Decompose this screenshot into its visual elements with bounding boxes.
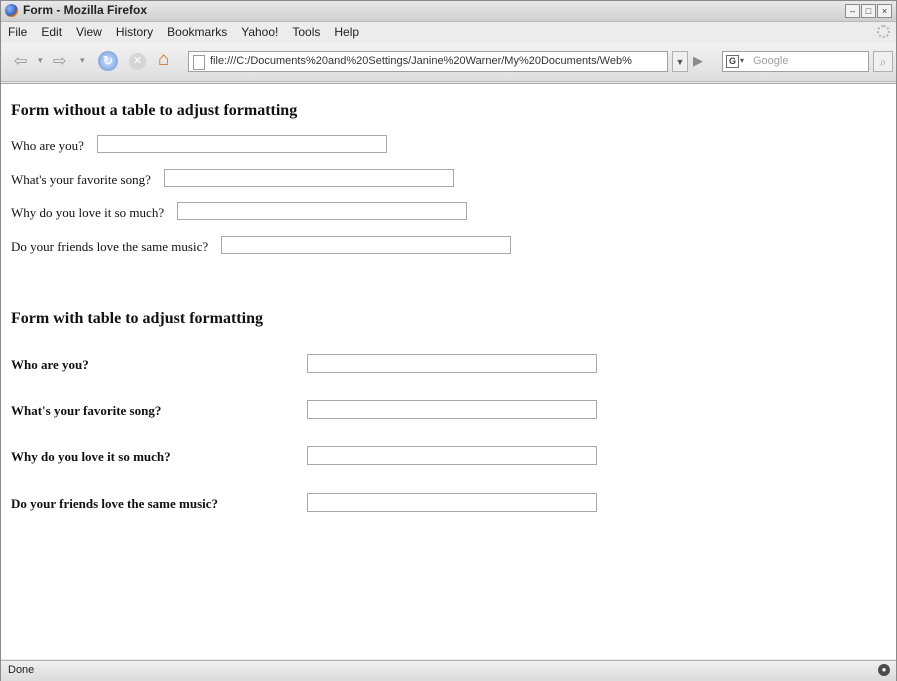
browser-window: Form - Mozilla Firefox – □ × File Edit V… bbox=[0, 0, 897, 681]
s2-input-friends[interactable] bbox=[307, 493, 597, 512]
address-bar[interactable]: file:///C:/Documents%20and%20Settings/Ja… bbox=[188, 51, 668, 72]
s2-label-friends: Do your friends love the same music? bbox=[11, 496, 219, 511]
search-box[interactable]: G ▾ Google bbox=[722, 51, 869, 72]
search-engine-dropdown-icon[interactable]: ▾ bbox=[740, 56, 744, 65]
forward-arrow-icon[interactable]: ⇨ bbox=[53, 51, 66, 71]
search-magnifier-icon[interactable]: ⌕ bbox=[873, 51, 893, 72]
s1-label-song: What's your favorite song? bbox=[11, 172, 151, 187]
menu-yahoo[interactable]: Yahoo! bbox=[234, 25, 285, 39]
menu-bookmarks[interactable]: Bookmarks bbox=[160, 25, 234, 39]
s2-label-why: Why do you love it so much? bbox=[11, 449, 171, 464]
s2-label-song: What's your favorite song? bbox=[11, 403, 162, 418]
s2-label-who: Who are you? bbox=[11, 357, 89, 372]
s2-input-why[interactable] bbox=[307, 446, 597, 465]
status-indicator-icon[interactable]: ● bbox=[878, 664, 890, 676]
firefox-logo-icon bbox=[5, 4, 18, 17]
s1-input-who[interactable] bbox=[97, 135, 387, 153]
page-icon bbox=[193, 55, 205, 70]
activity-throbber-icon bbox=[877, 25, 890, 38]
go-arrow-icon[interactable]: ▶ bbox=[693, 53, 703, 69]
reload-icon[interactable]: ↻ bbox=[98, 51, 118, 71]
address-input[interactable]: file:///C:/Documents%20and%20Settings/Ja… bbox=[210, 55, 632, 67]
menu-edit[interactable]: Edit bbox=[34, 25, 69, 39]
back-arrow-icon[interactable]: ⇦ bbox=[14, 51, 27, 71]
stop-icon[interactable]: ✕ bbox=[129, 53, 146, 70]
status-bar: Done ● bbox=[1, 660, 896, 681]
home-icon[interactable]: ⌂ bbox=[158, 50, 178, 70]
page-content: Form without a table to adjust formattin… bbox=[1, 83, 896, 659]
menu-history[interactable]: History bbox=[109, 25, 160, 39]
back-history-dropdown-icon[interactable]: ▾ bbox=[38, 55, 43, 66]
section2-heading: Form with table to adjust formatting bbox=[11, 310, 263, 327]
section1-heading: Form without a table to adjust formattin… bbox=[11, 102, 298, 119]
search-input[interactable]: Google bbox=[753, 55, 788, 67]
s2-input-who[interactable] bbox=[307, 354, 597, 373]
menu-file[interactable]: File bbox=[1, 25, 34, 39]
title-bar: Form - Mozilla Firefox – □ × bbox=[1, 1, 896, 22]
search-engine-icon[interactable]: G bbox=[726, 55, 739, 68]
s1-label-who: Who are you? bbox=[11, 138, 84, 153]
address-dropdown-icon[interactable]: ▼ bbox=[672, 51, 688, 72]
window-title: Form - Mozilla Firefox bbox=[23, 3, 148, 17]
s1-input-why[interactable] bbox=[177, 202, 467, 220]
minimize-button[interactable]: – bbox=[845, 4, 860, 18]
s1-label-friends: Do your friends love the same music? bbox=[11, 239, 209, 254]
menu-help[interactable]: Help bbox=[327, 25, 366, 39]
s1-label-why: Why do you love it so much? bbox=[11, 205, 165, 220]
menu-bar: File Edit View History Bookmarks Yahoo! … bbox=[1, 22, 896, 42]
menu-view[interactable]: View bbox=[69, 25, 109, 39]
navigation-toolbar: ⇦ ▾ ⇨ ▾ ↻ ✕ ⌂ file:///C:/Documents%20and… bbox=[1, 43, 896, 82]
forward-history-dropdown-icon[interactable]: ▾ bbox=[80, 55, 85, 66]
window-controls: – □ × bbox=[845, 4, 892, 18]
close-button[interactable]: × bbox=[877, 4, 892, 18]
s2-input-song[interactable] bbox=[307, 400, 597, 419]
s1-input-friends[interactable] bbox=[221, 236, 511, 254]
menu-tools[interactable]: Tools bbox=[285, 25, 327, 39]
status-text: Done bbox=[8, 664, 35, 676]
maximize-button[interactable]: □ bbox=[861, 4, 876, 18]
s1-input-song[interactable] bbox=[164, 169, 454, 187]
